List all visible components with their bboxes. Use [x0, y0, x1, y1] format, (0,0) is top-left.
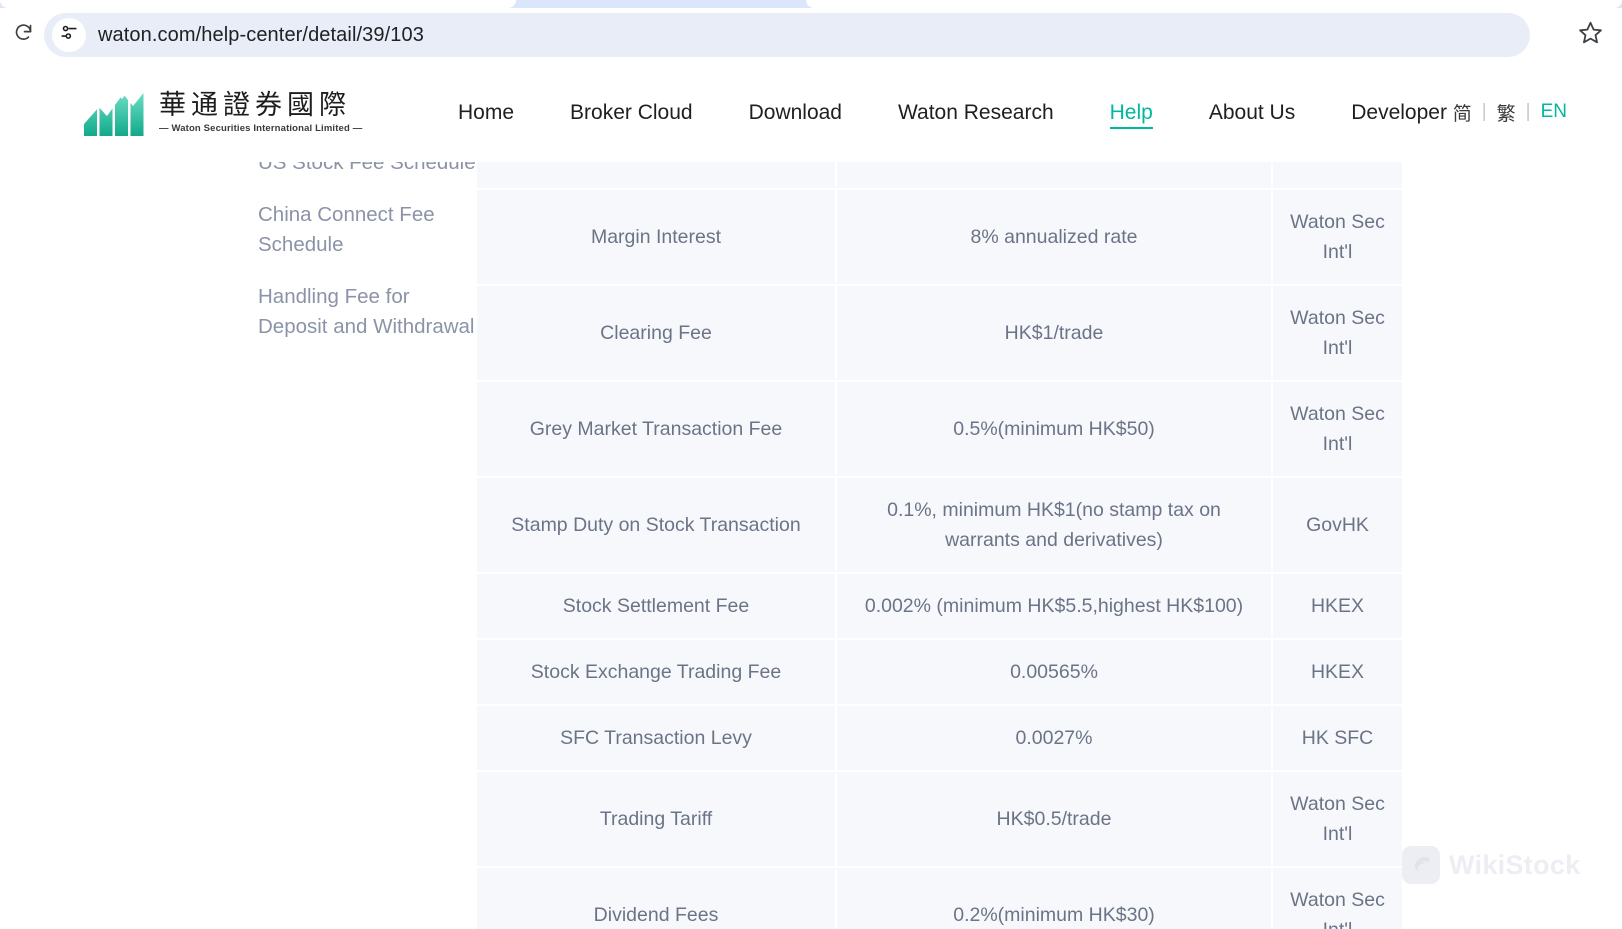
- nav-item-download[interactable]: Download: [721, 102, 870, 123]
- nav-item-home[interactable]: Home: [430, 102, 542, 123]
- fee-schedule-table: Int'l Margin Interest 8% annualized rate…: [477, 162, 1402, 929]
- nav-item-waton-research[interactable]: Waton Research: [870, 102, 1082, 123]
- table-row: Dividend Fees 0.2%(minimum HK$30) Waton …: [477, 868, 1402, 929]
- table-row: SFC Transaction Levy 0.0027% HK SFC: [477, 706, 1402, 772]
- language-separator-1: |: [1481, 101, 1487, 122]
- help-sidebar: US Stock Fee Schedule China Connect Fee …: [258, 162, 480, 364]
- table-cell-item: Stock Exchange Trading Fee: [477, 640, 837, 706]
- table-cell-value: HK$1/trade: [837, 286, 1273, 382]
- sidebar-item-china-connect-fee-schedule[interactable]: China Connect Fee Schedule: [258, 200, 480, 260]
- table-cell-value: HK$0.5/trade: [837, 772, 1273, 868]
- language-option-traditional[interactable]: 繁: [1488, 99, 1525, 126]
- url-text: waton.com/help-center/detail/39/103: [98, 23, 424, 46]
- table-row-clipped: Int'l: [477, 162, 1402, 190]
- language-option-simplified[interactable]: 简: [1444, 99, 1481, 126]
- wikistock-eagle-icon: [1402, 846, 1440, 884]
- table-cell-item: Stock Settlement Fee: [477, 574, 837, 640]
- address-bar[interactable]: waton.com/help-center/detail/39/103: [44, 13, 1530, 57]
- page-content: US Stock Fee Schedule China Connect Fee …: [0, 162, 1622, 929]
- table-cell-value: 0.0027%: [837, 706, 1273, 772]
- table-cell-item: Clearing Fee: [477, 286, 837, 382]
- table-cell-charged-by: HKEX: [1273, 574, 1402, 640]
- site-header: 華通證券國際 — Waton Securities International …: [0, 62, 1622, 162]
- table-cell-item: Grey Market Transaction Fee: [477, 382, 837, 478]
- language-option-english[interactable]: EN: [1532, 101, 1567, 123]
- table-cell-charged-by: HKEX: [1273, 640, 1402, 706]
- table-cell-charged-by: GovHK: [1273, 478, 1402, 574]
- language-switcher: 简 | 繁 | EN: [1444, 62, 1567, 162]
- tab-strip-left-gap: [0, 0, 516, 8]
- table-cell-charged-by: HK SFC: [1273, 706, 1402, 772]
- reload-button[interactable]: [0, 8, 46, 62]
- table-row: Margin Interest 8% annualized rate Waton…: [477, 190, 1402, 286]
- fee-schedule-table-body: Int'l Margin Interest 8% annualized rate…: [477, 162, 1402, 929]
- table-row: Trading Tariff HK$0.5/trade Waton Sec In…: [477, 772, 1402, 868]
- table-cell-value: 0.2%(minimum HK$30): [837, 868, 1273, 929]
- nav-item-broker-cloud[interactable]: Broker Cloud: [542, 102, 721, 123]
- table-cell-charged-by: Waton Sec Int'l: [1273, 868, 1402, 929]
- table-row: Grey Market Transaction Fee 0.5%(minimum…: [477, 382, 1402, 478]
- active-tab[interactable]: [516, 0, 806, 8]
- table-cell-item: Stamp Duty on Stock Transaction: [477, 478, 837, 574]
- table-cell-charged-by: Int'l: [1273, 162, 1402, 190]
- table-cell-item: SFC Transaction Levy: [477, 706, 837, 772]
- wikistock-watermark-text: WikiStock: [1449, 849, 1581, 880]
- sidebar-item-us-stock-fee-schedule[interactable]: US Stock Fee Schedule: [258, 162, 480, 178]
- site-settings-icon: [60, 23, 79, 47]
- table-cell-item: Margin Interest: [477, 190, 837, 286]
- table-row: Clearing Fee HK$1/trade Waton Sec Int'l: [477, 286, 1402, 382]
- table-cell-item: [477, 162, 837, 190]
- table-row: Stamp Duty on Stock Transaction 0.1%, mi…: [477, 478, 1402, 574]
- table-cell-charged-by: Waton Sec Int'l: [1273, 190, 1402, 286]
- table-cell-value: 0.00565%: [837, 640, 1273, 706]
- omnibox-row: waton.com/help-center/detail/39/103: [0, 8, 1622, 62]
- bookmark-button[interactable]: [1568, 13, 1612, 57]
- table-cell-charged-by: Waton Sec Int'l: [1273, 286, 1402, 382]
- table-cell-value: 8% annualized rate: [837, 190, 1273, 286]
- table-cell-value: 0.5%(minimum HK$50): [837, 382, 1273, 478]
- tab-strip: [0, 0, 1622, 8]
- browser-chrome: waton.com/help-center/detail/39/103: [0, 0, 1622, 62]
- main-navigation: Home Broker Cloud Download Waton Researc…: [0, 62, 1622, 162]
- star-icon: [1578, 20, 1603, 50]
- table-row: Stock Exchange Trading Fee 0.00565% HKEX: [477, 640, 1402, 706]
- reload-icon: [13, 22, 34, 48]
- nav-item-about-us[interactable]: About Us: [1181, 102, 1323, 123]
- nav-item-help[interactable]: Help: [1082, 102, 1181, 129]
- tab-strip-right-gap: [806, 0, 1622, 8]
- language-separator-2: |: [1525, 101, 1531, 122]
- table-row: Stock Settlement Fee 0.002% (minimum HK$…: [477, 574, 1402, 640]
- table-cell-item: Dividend Fees: [477, 868, 837, 929]
- table-cell-item: Trading Tariff: [477, 772, 837, 868]
- table-cell-charged-by: Waton Sec Int'l: [1273, 382, 1402, 478]
- sidebar-item-handling-fee-deposit-withdrawal[interactable]: Handling Fee for Deposit and Withdrawal: [258, 282, 480, 342]
- table-cell-charged-by: Waton Sec Int'l: [1273, 772, 1402, 868]
- table-cell-value: 0.002% (minimum HK$5.5,highest HK$100): [837, 574, 1273, 640]
- table-cell-value: 0.1%, minimum HK$1(no stamp tax on warra…: [837, 478, 1273, 574]
- table-cell-value: [837, 162, 1273, 190]
- wikistock-watermark: WikiStock: [1402, 846, 1581, 884]
- site-settings-button[interactable]: [52, 18, 86, 52]
